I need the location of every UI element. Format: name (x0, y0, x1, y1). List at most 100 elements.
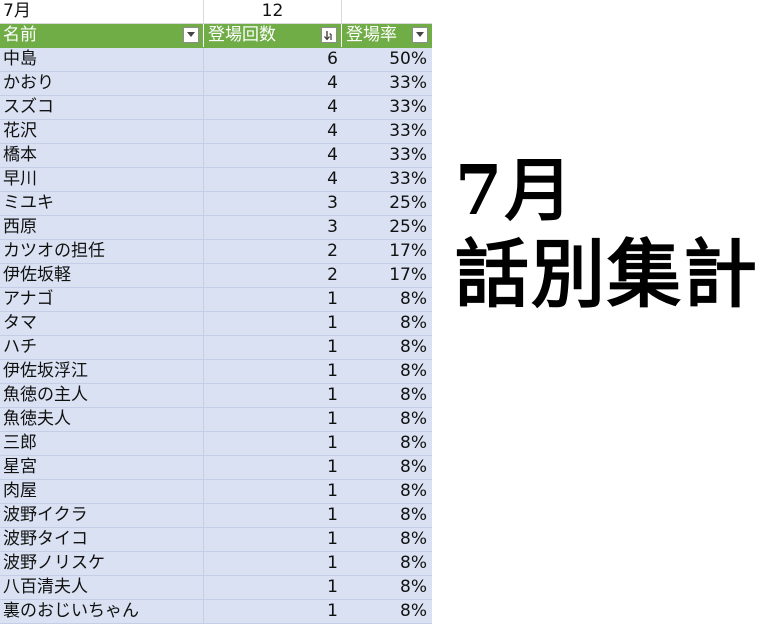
name-cell[interactable]: 中島 (0, 48, 204, 71)
count-cell[interactable]: 1 (204, 360, 342, 383)
name-cell[interactable]: 裏のおじいちゃん (0, 600, 204, 623)
count-cell[interactable]: 1 (204, 552, 342, 575)
count-cell[interactable]: 4 (204, 72, 342, 95)
title-main: 話別集計 (455, 232, 759, 318)
count-cell[interactable]: 1 (204, 456, 342, 479)
count-cell[interactable]: 4 (204, 96, 342, 119)
count-cell[interactable]: 1 (204, 288, 342, 311)
name-cell[interactable]: 伊佐坂浮江 (0, 360, 204, 383)
rate-cell[interactable]: 8% (342, 312, 432, 335)
name-cell[interactable]: 肉屋 (0, 480, 204, 503)
count-cell[interactable]: 1 (204, 408, 342, 431)
rate-cell[interactable]: 8% (342, 600, 432, 623)
name-cell[interactable]: 波野ノリスケ (0, 552, 204, 575)
table-body: 中島 6 50% かおり 4 33% スズコ 4 33% 花沢 4 33% 橋本 4 33% 早川 4 33% ミユ… (0, 48, 432, 624)
rate-cell[interactable]: 33% (342, 72, 432, 95)
name-cell[interactable]: アナゴ (0, 288, 204, 311)
title-month: 7月 (455, 151, 575, 231)
rate-cell[interactable]: 8% (342, 336, 432, 359)
rate-cell[interactable]: 25% (342, 216, 432, 239)
name-cell[interactable]: カツオの担任 (0, 240, 204, 263)
name-cell[interactable]: 伊佐坂軽 (0, 264, 204, 287)
name-cell[interactable]: かおり (0, 72, 204, 95)
table-row: 西原 3 25% (0, 216, 432, 240)
count-cell[interactable]: 1 (204, 480, 342, 503)
name-cell[interactable]: 星宮 (0, 456, 204, 479)
name-cell[interactable]: 八百清夫人 (0, 576, 204, 599)
rate-cell[interactable]: 8% (342, 408, 432, 431)
rate-cell[interactable]: 8% (342, 456, 432, 479)
rate-cell[interactable]: 8% (342, 504, 432, 527)
total-cell[interactable]: 12 (204, 0, 342, 23)
table-row: 波野タイコ 1 8% (0, 528, 432, 552)
rate-cell[interactable]: 8% (342, 384, 432, 407)
header-count-label: 登場回数 (208, 25, 276, 45)
table-row: アナゴ 1 8% (0, 288, 432, 312)
rate-cell[interactable]: 8% (342, 432, 432, 455)
header-count-cell[interactable]: 登場回数 (204, 24, 342, 47)
rate-cell[interactable]: 17% (342, 264, 432, 287)
rate-cell[interactable]: 8% (342, 288, 432, 311)
table-row: かおり 4 33% (0, 72, 432, 96)
count-cell[interactable]: 3 (204, 216, 342, 239)
rate-cell[interactable]: 8% (342, 528, 432, 551)
table-row: タマ 1 8% (0, 312, 432, 336)
rate-cell[interactable]: 8% (342, 576, 432, 599)
filter-dropdown-icon[interactable] (183, 27, 199, 43)
count-cell[interactable]: 1 (204, 576, 342, 599)
count-cell[interactable]: 1 (204, 528, 342, 551)
count-cell[interactable]: 1 (204, 336, 342, 359)
name-cell[interactable]: 波野イクラ (0, 504, 204, 527)
count-cell[interactable]: 4 (204, 120, 342, 143)
empty-cell[interactable] (342, 0, 432, 23)
rate-cell[interactable]: 33% (342, 96, 432, 119)
month-cell[interactable]: 7月 (0, 0, 204, 23)
count-cell[interactable]: 1 (204, 504, 342, 527)
rate-cell[interactable]: 17% (342, 240, 432, 263)
table-row: 伊佐坂浮江 1 8% (0, 360, 432, 384)
name-cell[interactable]: 早川 (0, 168, 204, 191)
rate-cell[interactable]: 8% (342, 360, 432, 383)
count-cell[interactable]: 2 (204, 264, 342, 287)
name-cell[interactable]: タマ (0, 312, 204, 335)
name-cell[interactable]: 花沢 (0, 120, 204, 143)
count-cell[interactable]: 2 (204, 240, 342, 263)
rate-cell[interactable]: 50% (342, 48, 432, 71)
name-cell[interactable]: ハチ (0, 336, 204, 359)
name-cell[interactable]: スズコ (0, 96, 204, 119)
count-cell[interactable]: 1 (204, 600, 342, 623)
count-cell[interactable]: 6 (204, 48, 342, 71)
table-row: 魚徳の主人 1 8% (0, 384, 432, 408)
name-cell[interactable]: 波野タイコ (0, 528, 204, 551)
filter-dropdown-icon[interactable] (412, 27, 428, 43)
count-cell[interactable]: 1 (204, 312, 342, 335)
table-header-row: 名前 登場回数 登場率 (0, 24, 432, 48)
header-name-label: 名前 (3, 25, 37, 45)
count-cell[interactable]: 4 (204, 168, 342, 191)
sort-descending-icon[interactable] (321, 27, 337, 43)
name-cell[interactable]: 橋本 (0, 144, 204, 167)
rate-cell[interactable]: 33% (342, 168, 432, 191)
rate-cell[interactable]: 25% (342, 192, 432, 215)
rate-cell[interactable]: 33% (342, 120, 432, 143)
count-cell[interactable]: 1 (204, 432, 342, 455)
name-cell[interactable]: 三郎 (0, 432, 204, 455)
table-row: カツオの担任 2 17% (0, 240, 432, 264)
count-cell[interactable]: 4 (204, 144, 342, 167)
header-rate-cell[interactable]: 登場率 (342, 24, 432, 47)
name-cell[interactable]: ミユキ (0, 192, 204, 215)
rate-cell[interactable]: 8% (342, 480, 432, 503)
page-title: 7月 話別集計 (455, 152, 759, 320)
name-cell[interactable]: 魚徳夫人 (0, 408, 204, 431)
spreadsheet: 7月 12 名前 登場回数 登場率 中島 6 50% かおり 4 33% スズコ… (0, 0, 432, 624)
count-cell[interactable]: 1 (204, 384, 342, 407)
name-cell[interactable]: 西原 (0, 216, 204, 239)
header-rate-label: 登場率 (346, 25, 397, 45)
name-cell[interactable]: 魚徳の主人 (0, 384, 204, 407)
table-row: 花沢 4 33% (0, 120, 432, 144)
count-cell[interactable]: 3 (204, 192, 342, 215)
rate-cell[interactable]: 8% (342, 552, 432, 575)
header-name-cell[interactable]: 名前 (0, 24, 204, 47)
table-row: 星宮 1 8% (0, 456, 432, 480)
rate-cell[interactable]: 33% (342, 144, 432, 167)
